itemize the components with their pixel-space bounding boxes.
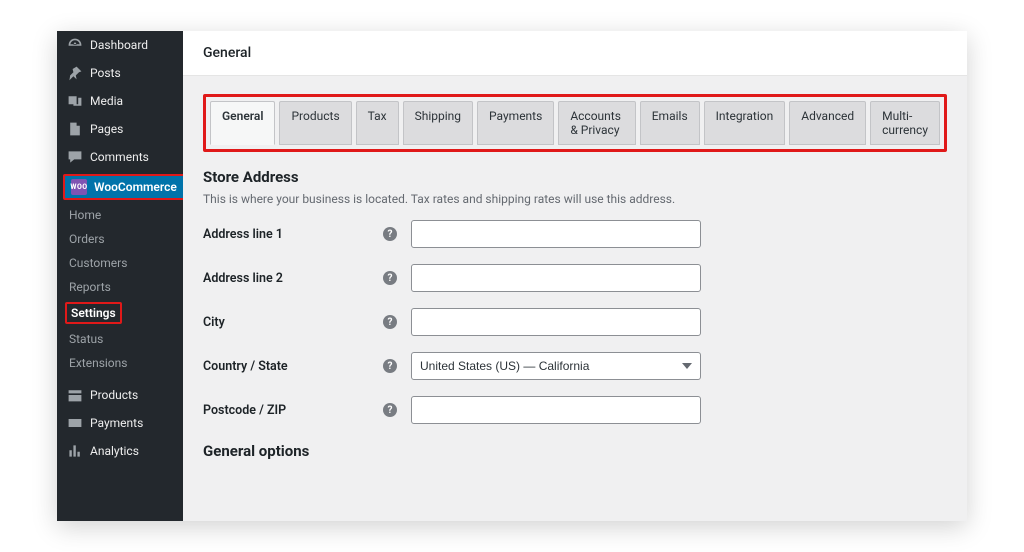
page-title: General [203,45,251,61]
tab-label: General [222,109,263,123]
tab-label: Shipping [415,109,461,123]
tab-accounts-privacy[interactable]: Accounts & Privacy [558,101,635,145]
sidebar-item-dashboard[interactable]: Dashboard [57,31,183,59]
comments-icon [67,149,83,165]
field-label: Postcode / ZIP [203,403,383,418]
wc-sub-home[interactable]: Home [57,203,183,227]
sidebar-item-payments[interactable]: Payments [57,409,183,437]
admin-sidebar: Dashboard Posts Media Pages Comments WOO… [57,31,183,521]
tabs-highlight-box: General Products Tax Shipping Payments A… [203,94,947,152]
media-icon [67,93,83,109]
tab-label: Advanced [801,109,854,123]
tab-emails[interactable]: Emails [640,101,700,145]
section-title-general-options: General options [203,442,947,460]
sidebar-item-label: Comments [90,150,149,164]
tab-label: Integration [716,109,774,123]
address-line-2-input[interactable] [411,264,701,292]
field-label: Country / State [203,359,383,374]
wc-sub-label: Extensions [69,356,127,370]
help-icon[interactable]: ? [383,271,397,285]
products-icon [67,387,83,403]
sidebar-item-label: WooCommerce [94,180,177,194]
dashboard-icon [67,37,83,53]
wc-sub-label: Home [69,208,101,222]
row-address-line-2: Address line 2 ? [203,264,947,292]
field-label: Address line 1 [203,227,383,242]
tab-label: Accounts & Privacy [570,109,621,137]
sidebar-item-products[interactable]: Products [57,381,183,409]
app-frame: Dashboard Posts Media Pages Comments WOO… [57,31,967,521]
section-description: This is where your business is located. … [203,192,947,206]
tab-general[interactable]: General [210,101,275,145]
sidebar-item-label: Pages [90,122,123,136]
sidebar-item-posts[interactable]: Posts [57,59,183,87]
row-country-state: Country / State ? United States (US) — C… [203,352,947,380]
tab-multi-currency[interactable]: Multi-currency [870,101,940,145]
sidebar-item-label: Analytics [90,444,139,458]
wc-sub-label: Reports [69,280,111,294]
postcode-input[interactable] [411,396,701,424]
help-icon[interactable]: ? [383,227,397,241]
wc-sub-customers[interactable]: Customers [57,251,183,275]
tab-payments[interactable]: Payments [477,101,554,145]
wc-sub-extensions[interactable]: Extensions [57,351,183,375]
tab-tax[interactable]: Tax [356,101,399,145]
country-state-select[interactable]: United States (US) — California [411,352,701,380]
pin-icon [67,65,83,81]
content-area: General General Products Tax Shipping Pa… [183,31,967,521]
sidebar-item-woocommerce[interactable]: WOO WooCommerce [63,174,183,200]
content-header: General [183,31,967,76]
tab-products[interactable]: Products [279,101,351,145]
field-label: City [203,315,383,330]
field-label: Address line 2 [203,271,383,286]
sidebar-item-label: Media [90,94,123,108]
payments-icon [67,415,83,431]
wc-sub-label: Customers [69,256,127,270]
wc-sub-reports[interactable]: Reports [57,275,183,299]
help-icon[interactable]: ? [383,403,397,417]
sidebar-item-label: Payments [90,416,143,430]
wc-sub-label: Orders [69,232,105,246]
pages-icon [67,121,83,137]
sidebar-item-label: Dashboard [90,38,148,52]
wc-sub-label: Settings [71,306,116,320]
tab-label: Payments [489,109,542,123]
wc-sub-status[interactable]: Status [57,327,183,351]
wc-sub-label: Status [69,332,103,346]
wc-sub-settings[interactable]: Settings [57,299,183,327]
row-address-line-1: Address line 1 ? [203,220,947,248]
tab-integration[interactable]: Integration [704,101,786,145]
tab-label: Multi-currency [882,109,928,137]
tab-shipping[interactable]: Shipping [403,101,473,145]
tab-label: Tax [368,109,387,123]
sidebar-item-label: Products [90,388,138,402]
analytics-icon [67,443,83,459]
row-city: City ? [203,308,947,336]
sidebar-item-pages[interactable]: Pages [57,115,183,143]
settings-tabs: General Products Tax Shipping Payments A… [210,101,940,145]
sidebar-item-comments[interactable]: Comments [57,143,183,171]
address-line-1-input[interactable] [411,220,701,248]
help-icon[interactable]: ? [383,359,397,373]
tab-advanced[interactable]: Advanced [789,101,866,145]
sidebar-item-media[interactable]: Media [57,87,183,115]
wc-sub-orders[interactable]: Orders [57,227,183,251]
tab-label: Products [291,109,339,123]
sidebar-item-analytics[interactable]: Analytics [57,437,183,465]
tab-label: Emails [652,109,688,123]
row-postcode: Postcode / ZIP ? [203,396,947,424]
city-input[interactable] [411,308,701,336]
sidebar-item-label: Posts [90,66,121,80]
section-title-store-address: Store Address [203,168,947,186]
woocommerce-icon: WOO [71,179,87,195]
help-icon[interactable]: ? [383,315,397,329]
